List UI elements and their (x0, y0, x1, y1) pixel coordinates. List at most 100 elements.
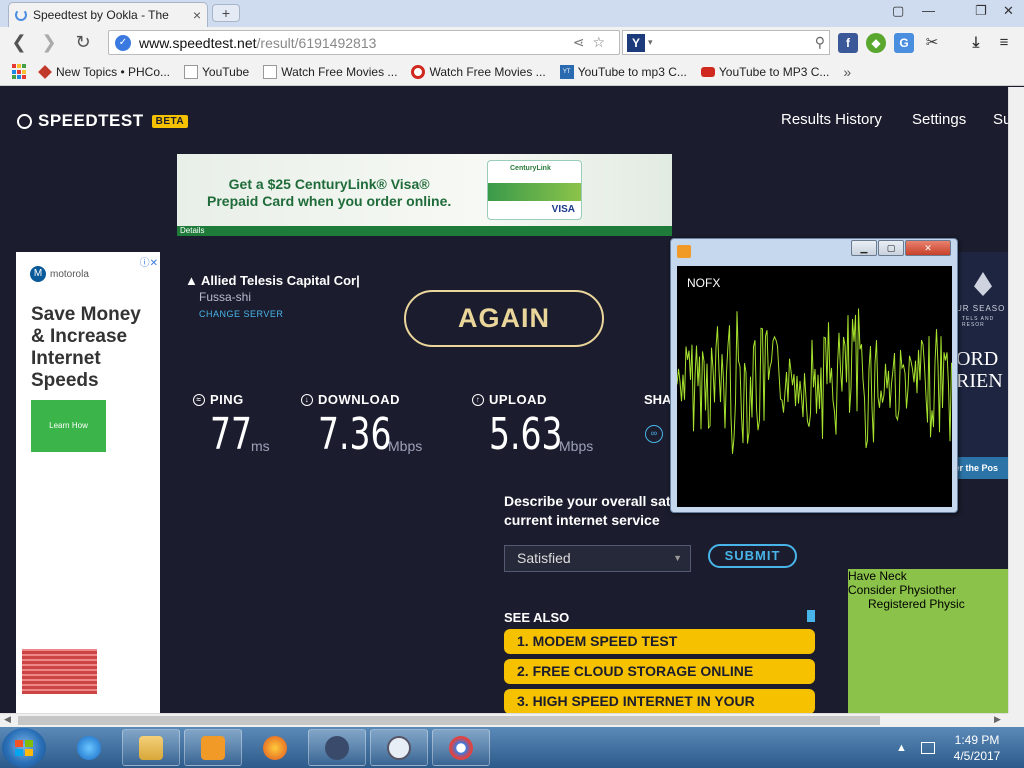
beta-badge: BETA (151, 114, 189, 128)
gem-icon (38, 65, 52, 79)
ad-close-icon[interactable]: ⓘ✕ (140, 254, 158, 269)
firefox-icon (263, 735, 287, 760)
tab-close-icon[interactable]: × (193, 7, 201, 23)
minimize-button[interactable]: — (922, 3, 935, 18)
bookmark-item[interactable]: New Topics • PHCo... (38, 65, 170, 79)
dropdown-caret-icon: ▼ (673, 553, 682, 563)
taskbar-clock-app[interactable] (370, 729, 428, 766)
nav-support[interactable]: Su (993, 111, 1008, 128)
see-also-item[interactable]: 3. HIGH SPEED INTERNET IN YOUR (504, 689, 815, 713)
building-image (22, 649, 97, 694)
submit-button[interactable]: SUBMIT (708, 544, 797, 568)
bookmark-item[interactable]: Watch Free Movies ... (411, 65, 546, 79)
target-icon (411, 65, 426, 79)
waveform-line (677, 308, 952, 454)
vertical-scrollbar[interactable] (1008, 87, 1024, 713)
url-host: www.speedtest.net (139, 34, 257, 51)
url-path: /result/6191492813 (256, 34, 377, 51)
share-star-icons[interactable]: ⋖☆ (573, 34, 613, 51)
share-label: SHA (644, 392, 672, 407)
ad-details-link[interactable]: Details (177, 226, 672, 236)
again-button[interactable]: AGAIN (404, 290, 604, 347)
download-arrow-icon: ↓ (301, 393, 313, 406)
yahoo-icon[interactable]: Y (627, 33, 645, 52)
bookmark-item[interactable]: YouTube to MP3 C... (700, 65, 829, 79)
scroll-thumb[interactable] (18, 716, 880, 725)
shield-extension-icon[interactable]: ◆ (866, 33, 886, 53)
page-icon (184, 65, 199, 79)
ping-value: 77 (210, 409, 252, 460)
browser-toolbar: ❮ ❯ ↻ ✓ www.speedtest.net/result/6191492… (0, 27, 1024, 59)
server-name: ▲ Allied Telesis Capital Cor| (185, 273, 360, 288)
music-visualizer-window[interactable]: ▁ ▢ ✕ NOFX (670, 238, 958, 513)
forward-arrow-icon[interactable]: ❯ (38, 32, 60, 53)
visualizer-titlebar[interactable]: ▁ ▢ ✕ (671, 239, 957, 263)
see-also-item[interactable]: 1. MODEM SPEED TEST (504, 629, 815, 654)
media-player-icon (677, 245, 691, 258)
apps-grid-icon[interactable] (12, 64, 28, 80)
motorola-side-ad[interactable]: M motorola ⓘ✕ Save Money & Increase Inte… (16, 252, 160, 713)
clock-icon (387, 735, 411, 760)
profile-icon[interactable]: ▢ (892, 3, 904, 19)
close-window-button[interactable]: ✕ (1003, 3, 1014, 19)
ping-label: ≈ PING (193, 392, 244, 407)
bookmarks-overflow-icon[interactable]: » (843, 64, 851, 80)
change-server-link[interactable]: CHANGE SERVER (199, 309, 283, 319)
start-button[interactable] (2, 728, 46, 768)
horizontal-scrollbar[interactable]: ◀ ▶ (0, 713, 1008, 727)
learn-how-button[interactable]: Learn How (31, 400, 106, 452)
facebook-icon[interactable]: f (838, 33, 858, 53)
upload-unit: Mbps (559, 438, 594, 454)
link-icon[interactable]: ∞ (645, 425, 663, 443)
ad-choices-icon[interactable] (807, 610, 815, 622)
download-icon[interactable]: ⤓ (966, 33, 986, 53)
visualizer-screen: NOFX (677, 266, 952, 507)
visualizer-close-button[interactable]: ✕ (905, 240, 951, 256)
new-tab-button[interactable]: + (212, 4, 240, 22)
menu-icon[interactable]: ≡ (994, 33, 1014, 53)
back-arrow-icon[interactable]: ❮ (8, 32, 30, 53)
taskbar-firefox[interactable] (246, 729, 304, 766)
scroll-left-icon[interactable]: ◀ (4, 714, 11, 725)
address-bar[interactable]: ✓ www.speedtest.net/result/6191492813 ⋖☆ (108, 30, 620, 55)
ping-icon: ≈ (193, 393, 205, 406)
see-also-item[interactable]: 2. FREE CLOUD STORAGE ONLINE (504, 659, 815, 684)
bookmark-item[interactable]: YouTube (184, 65, 249, 79)
nav-settings[interactable]: Settings (912, 111, 966, 128)
yahoo-search-box[interactable]: Y ▾ ⚲ (622, 30, 830, 55)
taskbar-chrome[interactable] (432, 729, 490, 766)
restore-button[interactable]: ❐ (975, 3, 987, 19)
speedtest-page: SPEEDTEST BETA Results History Settings … (0, 87, 1008, 713)
bookmark-item[interactable]: Watch Free Movies ... (263, 65, 397, 79)
visualizer-minimize-button[interactable]: ▁ (851, 240, 877, 256)
upload-value: 5.63 (489, 409, 563, 460)
taskbar-settings-app[interactable] (308, 729, 366, 766)
network-icon[interactable] (920, 741, 935, 754)
browser-icon (449, 735, 473, 760)
taskbar-ie[interactable] (60, 729, 118, 766)
physio-ad[interactable]: Have Neck Consider Physiother Registered… (848, 569, 1008, 713)
ad-headline: Get a $25 CenturyLink® Visa® Prepaid Car… (207, 176, 452, 209)
satisfaction-select[interactable]: Satisfied ▼ (504, 545, 691, 572)
visualizer-maximize-button[interactable]: ▢ (878, 240, 904, 256)
waveform (677, 308, 952, 454)
speedtest-logo[interactable]: SPEEDTEST BETA (17, 111, 189, 131)
centurylink-banner-ad[interactable]: Get a $25 CenturyLink® Visa® Prepaid Car… (177, 154, 672, 236)
translate-icon[interactable]: G (894, 33, 914, 53)
prepaid-card-image: CenturyLink VISA (487, 160, 582, 220)
browser-tab[interactable]: Speedtest by Ookla - The × (8, 2, 208, 27)
youtube-icon (700, 67, 715, 77)
search-engine-dropdown-icon[interactable]: ▾ (648, 37, 653, 48)
gauge-icon (17, 113, 32, 129)
system-clock[interactable]: 1:49 PM 4/5/2017 (950, 732, 1004, 764)
taskbar-media-player[interactable] (184, 729, 242, 766)
tray-expand-icon[interactable]: ▲ (896, 742, 907, 754)
windows-taskbar: ▲ 1:49 PM 4/5/2017 (0, 727, 1024, 768)
scissors-icon[interactable]: ✂ (922, 33, 942, 53)
search-icon[interactable]: ⚲ (815, 34, 825, 51)
nav-results-history[interactable]: Results History (781, 111, 882, 128)
taskbar-explorer[interactable] (122, 729, 180, 766)
reload-icon[interactable]: ↻ (72, 32, 94, 53)
scroll-right-icon[interactable]: ▶ (994, 714, 1001, 725)
bookmark-item[interactable]: YT YouTube to mp3 C... (559, 65, 687, 79)
